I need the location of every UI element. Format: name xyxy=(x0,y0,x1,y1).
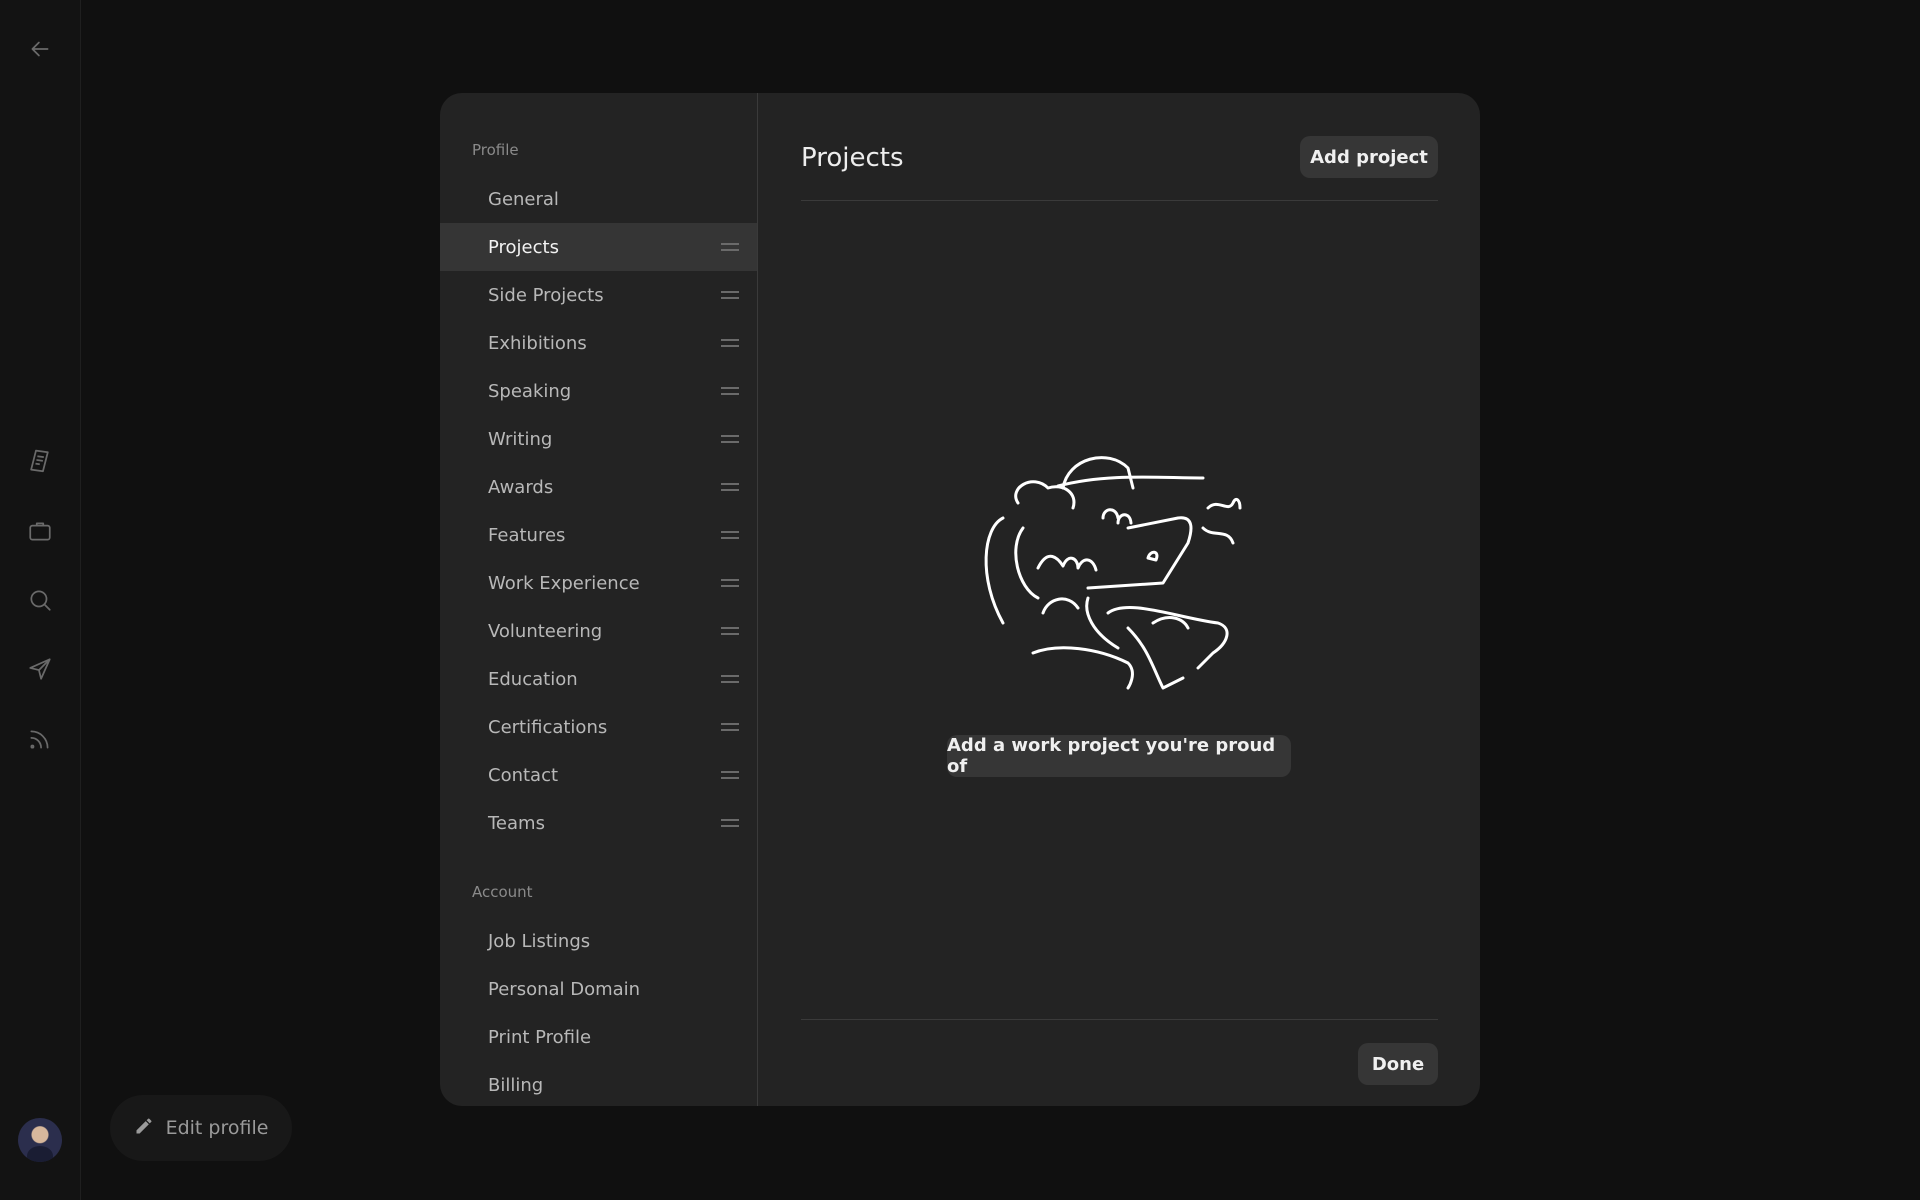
sidebar-item-certifications[interactable]: Certifications xyxy=(440,703,757,751)
sidebar-item-personal-domain[interactable]: Personal Domain xyxy=(440,965,757,1013)
rss-icon[interactable] xyxy=(20,719,60,759)
search-icon[interactable] xyxy=(20,580,60,620)
drag-handle-icon[interactable] xyxy=(721,675,739,683)
sidebar-item-exhibitions[interactable]: Exhibitions xyxy=(440,319,757,367)
sidebar-item-print-profile[interactable]: Print Profile xyxy=(440,1013,757,1061)
sidebar-item-awards[interactable]: Awards xyxy=(440,463,757,511)
back-arrow-icon[interactable] xyxy=(20,29,60,69)
drag-handle-icon[interactable] xyxy=(721,435,739,443)
sidebar-item-job-listings[interactable]: Job Listings xyxy=(440,917,757,965)
pencil-icon xyxy=(134,1116,154,1141)
sidebar-item-speaking[interactable]: Speaking xyxy=(440,367,757,415)
sidebar-item-side-projects[interactable]: Side Projects xyxy=(440,271,757,319)
avatar[interactable] xyxy=(18,1118,62,1162)
sidebar-item-billing[interactable]: Billing xyxy=(440,1061,757,1106)
drag-handle-icon[interactable] xyxy=(721,243,739,251)
sidebar-item-volunteering[interactable]: Volunteering xyxy=(440,607,757,655)
account-nav-list: Job Listings Personal Domain Print Profi… xyxy=(440,917,757,1106)
left-rail xyxy=(0,0,81,1200)
sidebar-item-general[interactable]: General xyxy=(440,175,757,223)
profile-settings-modal: Profile General Projects Side Projects E… xyxy=(440,93,1480,1106)
profile-section-label: Profile xyxy=(472,141,519,159)
sidebar-item-features[interactable]: Features xyxy=(440,511,757,559)
empty-state-illustration xyxy=(984,456,1242,690)
briefcase-icon[interactable] xyxy=(20,511,60,551)
sidebar-item-teams[interactable]: Teams xyxy=(440,799,757,847)
divider xyxy=(801,1019,1438,1020)
drag-handle-icon[interactable] xyxy=(721,483,739,491)
edit-profile-button[interactable]: Edit profile xyxy=(110,1095,292,1161)
done-button[interactable]: Done xyxy=(1358,1043,1438,1085)
page-title: Projects xyxy=(801,143,904,173)
divider xyxy=(801,200,1438,201)
sidebar-item-education[interactable]: Education xyxy=(440,655,757,703)
account-section-label: Account xyxy=(472,883,533,901)
sidebar-item-writing[interactable]: Writing xyxy=(440,415,757,463)
drag-handle-icon[interactable] xyxy=(721,387,739,395)
add-project-button[interactable]: Add project xyxy=(1300,136,1438,178)
drag-handle-icon[interactable] xyxy=(721,339,739,347)
drag-handle-icon[interactable] xyxy=(721,579,739,587)
drag-handle-icon[interactable] xyxy=(721,627,739,635)
drag-handle-icon[interactable] xyxy=(721,723,739,731)
profile-nav-list: General Projects Side Projects Exhibitio… xyxy=(440,175,757,847)
add-work-project-button[interactable]: Add a work project you're proud of xyxy=(947,735,1291,777)
sidebar-item-work-experience[interactable]: Work Experience xyxy=(440,559,757,607)
edit-profile-label: Edit profile xyxy=(165,1117,269,1139)
sidebar-item-projects[interactable]: Projects xyxy=(440,223,757,271)
projects-panel: Projects Add project Add a work project … xyxy=(758,93,1480,1106)
document-icon[interactable] xyxy=(20,441,60,481)
sidebar-item-contact[interactable]: Contact xyxy=(440,751,757,799)
drag-handle-icon[interactable] xyxy=(721,819,739,827)
drag-handle-icon[interactable] xyxy=(721,531,739,539)
send-icon[interactable] xyxy=(20,649,60,689)
settings-sidebar: Profile General Projects Side Projects E… xyxy=(440,93,758,1106)
drag-handle-icon[interactable] xyxy=(721,291,739,299)
drag-handle-icon[interactable] xyxy=(721,771,739,779)
